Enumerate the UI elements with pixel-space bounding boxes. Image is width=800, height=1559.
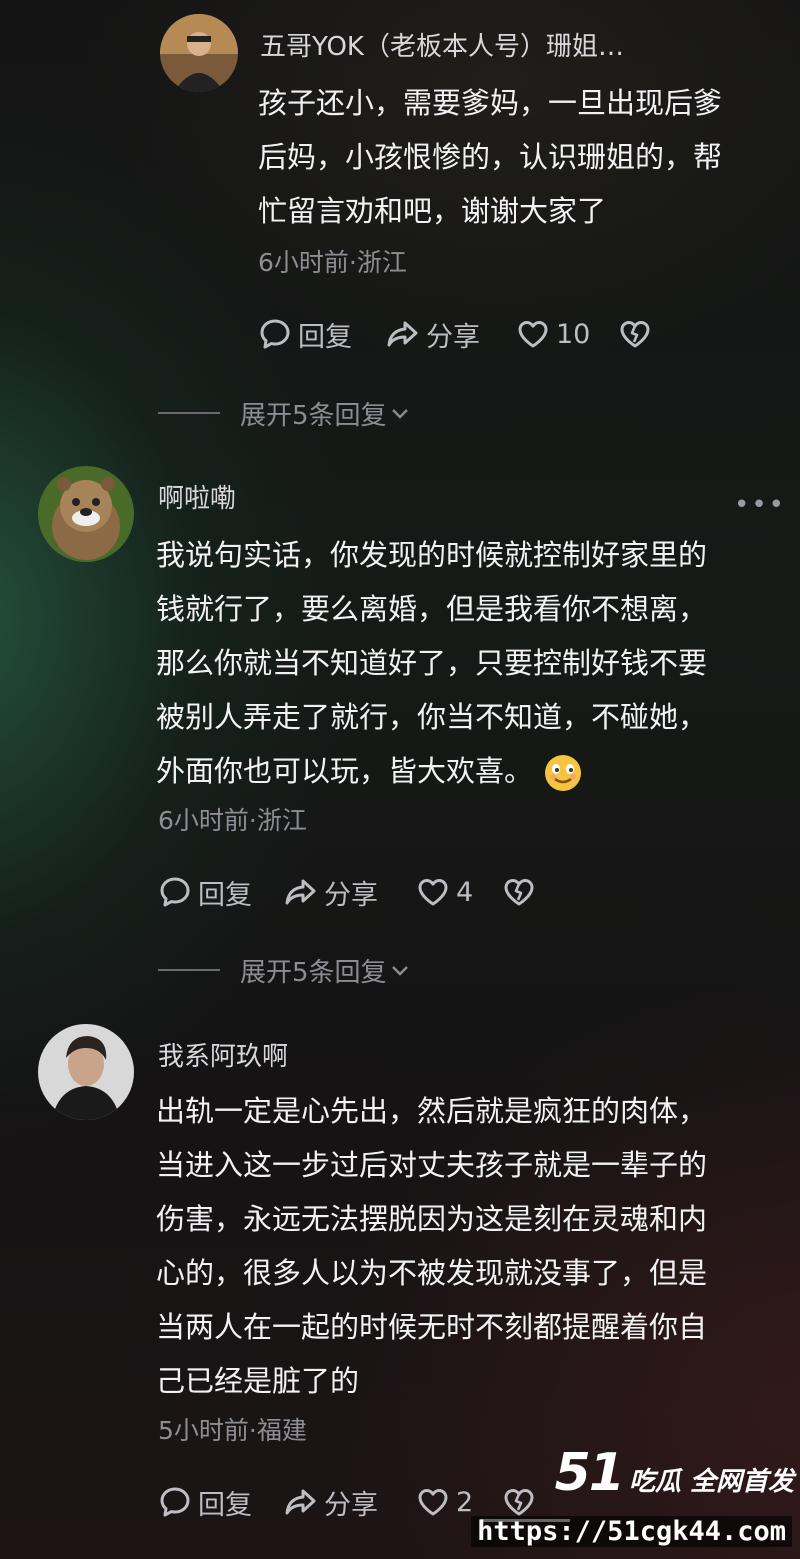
chevron-down-icon xyxy=(391,966,408,976)
share-arrow-icon xyxy=(285,879,316,905)
comment-username[interactable]: 五哥YOK（老板本人号）珊姐… xyxy=(260,26,624,63)
comment-line: 当进入这一步过后对丈夫孩子就是一辈子的 xyxy=(156,1148,708,1182)
like-button[interactable]: 4 xyxy=(416,872,473,912)
comment-line: 钱就行了，要么离婚，但是我看你不想离， xyxy=(156,592,708,626)
comment-line-with-emoji: 外面你也可以玩，皆大欢喜。 xyxy=(156,744,707,798)
heart-icon xyxy=(418,879,448,906)
comment-line: 忙留言劝和吧，谢谢大家了 xyxy=(258,194,607,228)
like-count: 10 xyxy=(556,318,591,350)
share-label: 分享 xyxy=(324,879,378,911)
comment-line: 己已经是脏了的 xyxy=(156,1364,360,1398)
share-button[interactable]: 分享 xyxy=(386,314,480,354)
watermark: 51 吃瓜 全网首发 https://51cgk44.com xyxy=(471,1439,800,1559)
comment-username[interactable]: 啊啦嘞 xyxy=(158,478,236,515)
comment-line: 后妈，小孩恨惨的，认识珊姐的，帮 xyxy=(258,140,723,174)
like-count: 4 xyxy=(456,876,474,908)
reply-button[interactable]: 回复 xyxy=(158,872,252,912)
divider-line xyxy=(158,969,220,971)
avatar-image xyxy=(38,1024,134,1120)
share-arrow-icon xyxy=(387,321,418,347)
comment-text: 出轨一定是心先出，然后就是疯狂的肉体， 当进入这一步过后对丈夫孩子就是一辈子的 … xyxy=(156,1084,707,1408)
comment-actions: 回复 分享 4 xyxy=(158,872,578,912)
comment-line: 心的，很多人以为不被发现就没事了，但是 xyxy=(156,1256,708,1290)
avatar-image xyxy=(38,466,134,562)
chevron-down-icon xyxy=(391,409,408,419)
comment-text: 孩子还小，需要爹妈，一旦出现后爹 后妈，小孩恨惨的，认识珊姐的，帮 忙留言劝和吧… xyxy=(258,76,722,238)
comment-bubble-icon xyxy=(160,877,190,907)
avatar[interactable] xyxy=(38,1024,134,1120)
share-button[interactable]: 分享 xyxy=(284,872,378,912)
comment-line: 孩子还小，需要爹妈，一旦出现后爹 xyxy=(258,86,723,120)
reply-button[interactable]: 回复 xyxy=(158,1482,252,1522)
comment-bubble-icon xyxy=(260,319,290,349)
comment-meta: 6小时前·浙江 xyxy=(158,806,307,835)
like-button[interactable]: 2 xyxy=(416,1482,473,1522)
watermark-url: https://51cgk44.com xyxy=(471,1516,792,1547)
like-button[interactable]: 10 xyxy=(516,314,590,354)
comment-line: 外面你也可以玩，皆大欢喜。 xyxy=(156,754,534,788)
share-button[interactable]: 分享 xyxy=(284,1482,378,1522)
comment-username[interactable]: 我系阿玖啊 xyxy=(158,1036,288,1073)
expand-label: 展开5条回复 xyxy=(240,400,387,431)
like-count: 2 xyxy=(456,1486,474,1518)
heart-icon xyxy=(418,1489,448,1516)
expand-label: 展开5条回复 xyxy=(240,957,387,988)
expand-replies-button[interactable]: 展开5条回复 xyxy=(158,950,411,990)
reply-label: 回复 xyxy=(198,879,252,911)
comment-text: 我说句实话，你发现的时候就控制好家里的 钱就行了，要么离婚，但是我看你不想离， … xyxy=(156,528,707,798)
reply-button[interactable]: 回复 xyxy=(258,314,352,354)
watermark-text: 吃瓜 全网首发 xyxy=(628,1467,794,1497)
broken-heart-icon xyxy=(620,321,650,348)
watermark-number: 51 xyxy=(554,1443,625,1503)
watermark-logo: 51 吃瓜 全网首发 xyxy=(555,1447,794,1499)
comment-line: 当两人在一起的时候无时不刻都提醒着你自 xyxy=(156,1310,708,1344)
comment-line: 那么你就当不知道好了，只要控制好钱不要 xyxy=(156,646,708,680)
comment-bubble-icon xyxy=(160,1487,190,1517)
more-options-button[interactable]: ••• xyxy=(734,490,786,520)
comment-meta: 5小时前·福建 xyxy=(158,1416,307,1445)
comment-line: 我说句实话，你发现的时候就控制好家里的 xyxy=(156,538,708,572)
smile-emoji-icon xyxy=(545,755,582,791)
comment-line: 出轨一定是心先出，然后就是疯狂的肉体， xyxy=(156,1094,708,1128)
comment-list: 五哥YOK（老板本人号）珊姐… 孩子还小，需要爹妈，一旦出现后爹 后妈，小孩恨惨… xyxy=(0,0,800,1559)
comment-line: 被别人弄走了就行，你当不知道，不碰她， xyxy=(156,700,708,734)
share-arrow-icon xyxy=(285,1489,316,1515)
avatar[interactable] xyxy=(38,466,134,562)
broken-heart-icon xyxy=(504,879,534,906)
avatar-image xyxy=(160,14,238,92)
avatar[interactable] xyxy=(160,14,238,92)
dislike-button[interactable] xyxy=(502,872,542,912)
comment-line: 伤害，永远无法摆脱因为这是刻在灵魂和内 xyxy=(156,1202,708,1236)
expand-replies-button[interactable]: 展开5条回复 xyxy=(158,393,411,433)
reply-label: 回复 xyxy=(198,1489,252,1521)
comment-meta: 6小时前·浙江 xyxy=(258,248,407,277)
share-label: 分享 xyxy=(324,1489,378,1521)
dislike-button[interactable] xyxy=(618,314,658,354)
reply-label: 回复 xyxy=(298,321,352,353)
heart-icon xyxy=(518,321,548,348)
share-label: 分享 xyxy=(426,321,480,353)
comment-actions: 回复 分享 10 xyxy=(258,314,678,354)
divider-line xyxy=(158,412,220,414)
